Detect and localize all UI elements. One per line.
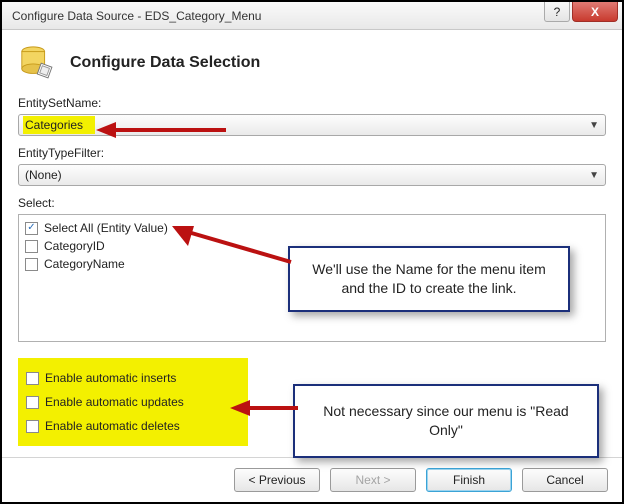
checkbox-icon[interactable] (26, 420, 39, 433)
checkbox-icon[interactable] (25, 240, 38, 253)
titlebar: Configure Data Source - EDS_Category_Men… (2, 2, 622, 30)
window-title: Configure Data Source - EDS_Category_Men… (12, 9, 261, 23)
checkbox-icon[interactable] (26, 396, 39, 409)
dialog-header: Configure Data Selection (2, 30, 622, 90)
enable-updates-row[interactable]: Enable automatic updates (26, 390, 226, 414)
entityset-label: EntitySetName: (18, 96, 606, 110)
next-button: Next > (330, 468, 416, 492)
cancel-button[interactable]: Cancel (522, 468, 608, 492)
help-button[interactable]: ? (544, 2, 570, 22)
annotation-callout: We'll use the Name for the menu item and… (288, 246, 570, 312)
dialog-footer: < Previous Next > Finish Cancel (2, 457, 622, 502)
finish-button[interactable]: Finish (426, 468, 512, 492)
entityset-value: Categories (23, 116, 95, 134)
database-config-icon (18, 44, 56, 82)
chevron-down-icon: ▼ (589, 170, 599, 181)
entitytype-value: (None) (25, 168, 62, 182)
enable-deletes-row[interactable]: Enable automatic deletes (26, 414, 226, 438)
page-title: Configure Data Selection (70, 54, 260, 72)
next-label: Next > (355, 473, 390, 487)
list-item-label: CategoryID (44, 239, 105, 253)
list-item[interactable]: Select All (Entity Value) (25, 219, 599, 237)
chevron-down-icon: ▼ (589, 120, 599, 131)
entitytype-label: EntityTypeFilter: (18, 146, 606, 160)
help-icon: ? (554, 5, 561, 19)
list-item-label: Select All (Entity Value) (44, 221, 168, 235)
previous-button[interactable]: < Previous (234, 468, 320, 492)
entitytype-dropdown[interactable]: (None) ▼ (18, 164, 606, 186)
enable-deletes-label: Enable automatic deletes (45, 419, 180, 433)
entityset-dropdown[interactable]: Categories ▼ (18, 114, 606, 136)
auto-options-group: Enable automatic inserts Enable automati… (18, 358, 248, 446)
enable-updates-label: Enable automatic updates (45, 395, 184, 409)
enable-inserts-row[interactable]: Enable automatic inserts (26, 366, 226, 390)
checkbox-icon[interactable] (25, 258, 38, 271)
select-label: Select: (18, 196, 606, 210)
list-item-label: CategoryName (44, 257, 125, 271)
annotation-callout: Not necessary since our menu is "Read On… (293, 384, 599, 458)
checkbox-icon[interactable] (26, 372, 39, 385)
enable-inserts-label: Enable automatic inserts (45, 371, 176, 385)
close-button[interactable]: X (572, 2, 618, 22)
checkbox-icon[interactable] (25, 222, 38, 235)
previous-label: < Previous (248, 473, 305, 487)
cancel-label: Cancel (546, 473, 583, 487)
finish-label: Finish (453, 473, 485, 487)
close-icon: X (591, 5, 599, 19)
